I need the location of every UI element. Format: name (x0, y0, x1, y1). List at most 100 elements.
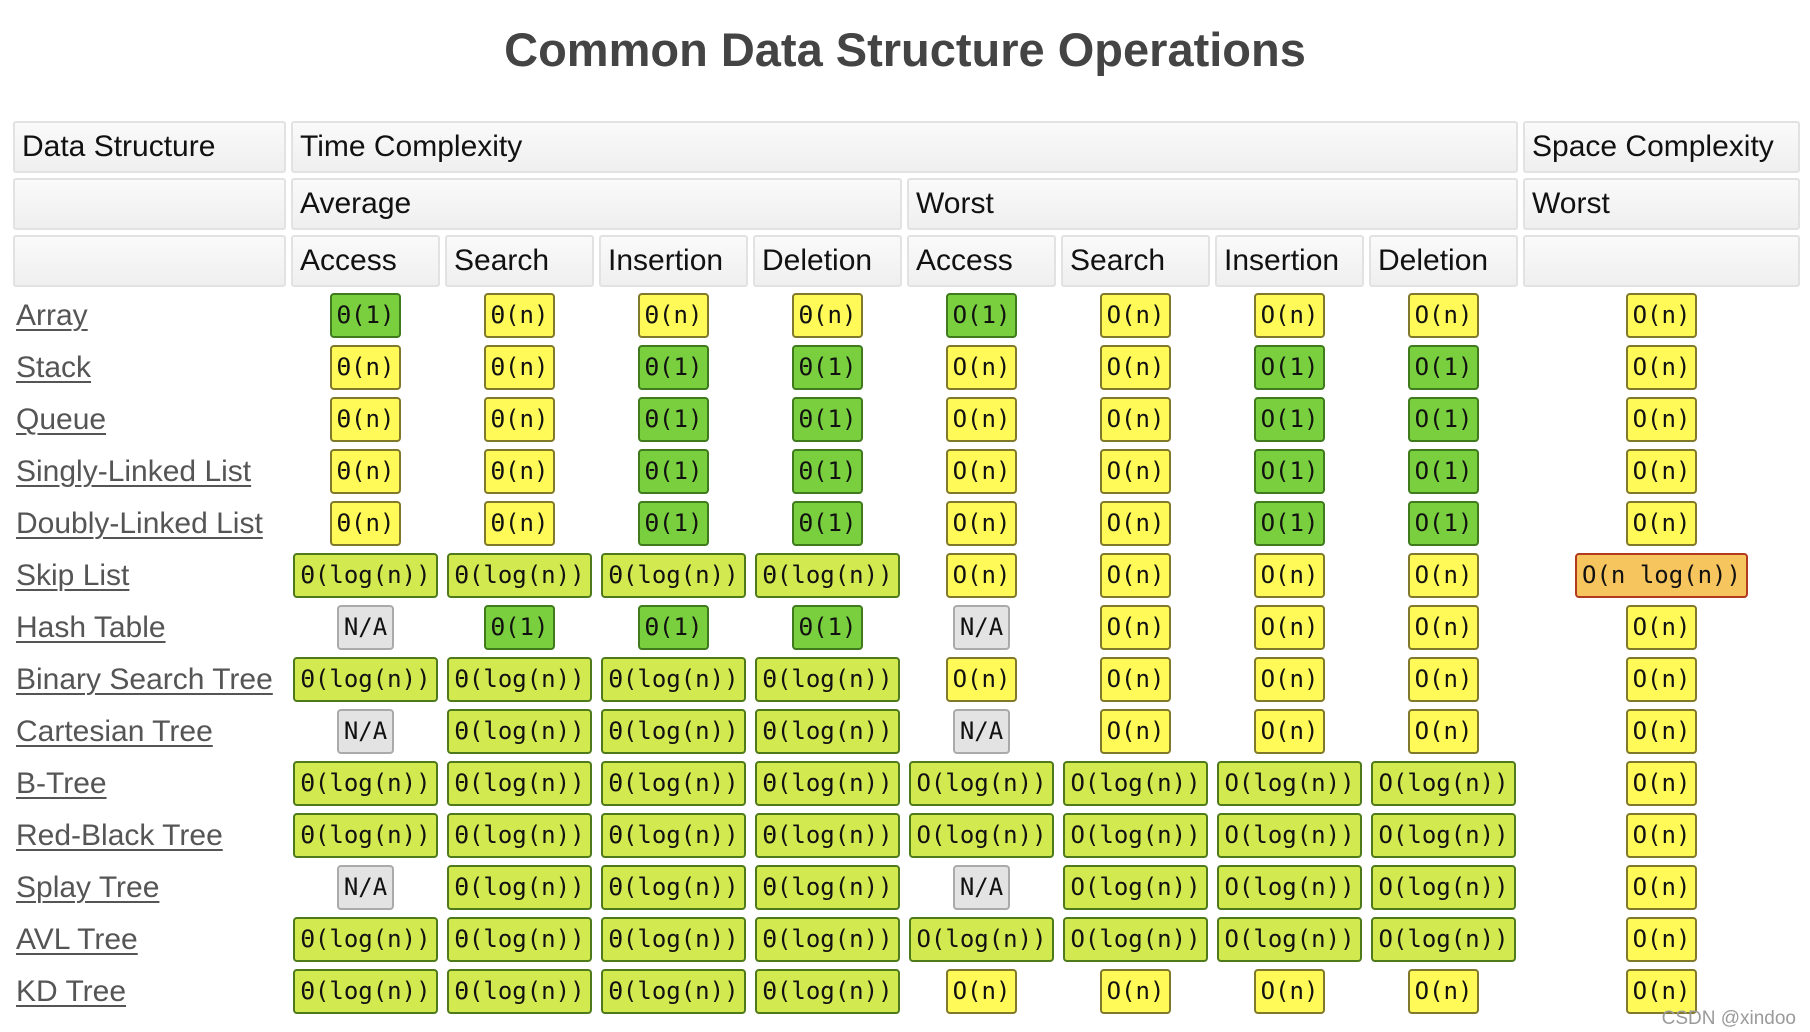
data-structure-link[interactable]: KD Tree (16, 975, 126, 1008)
data-structure-link[interactable]: Hash Table (16, 611, 166, 644)
cell-space-worst: O(n) (1523, 760, 1800, 807)
complexity-badge: Θ(log(n)) (601, 969, 746, 1014)
complexity-badge: O(n log(n)) (1575, 553, 1748, 598)
header-blank (13, 235, 286, 287)
data-structure-link[interactable]: Stack (16, 351, 91, 384)
complexity-badge: Θ(log(n)) (293, 553, 438, 598)
cell-space-worst: O(n) (1523, 864, 1800, 911)
cell-worst-access: O(log(n)) (907, 916, 1056, 963)
cell-worst-search: O(n) (1061, 968, 1210, 1015)
data-structure-link[interactable]: Doubly-Linked List (16, 507, 263, 540)
data-structure-cell: Queue (13, 396, 286, 443)
cell-avg-search: Θ(log(n)) (445, 916, 594, 963)
complexity-badge: Θ(log(n)) (447, 709, 592, 754)
header-worst-search: Search (1061, 235, 1210, 287)
header-row-1: Data Structure Time Complexity Space Com… (13, 121, 1800, 173)
data-structure-cell: Splay Tree (13, 864, 286, 911)
cell-avg-access: Θ(log(n)) (291, 968, 440, 1015)
cell-avg-insertion: Θ(log(n)) (599, 916, 748, 963)
data-structure-link[interactable]: Splay Tree (16, 871, 159, 904)
data-structure-link[interactable]: Array (16, 299, 88, 332)
complexity-badge: O(log(n)) (1063, 761, 1208, 806)
complexity-badge: O(1) (1407, 345, 1480, 390)
header-worst-access: Access (907, 235, 1056, 287)
data-structure-link[interactable]: B-Tree (16, 767, 107, 800)
complexity-badge: Θ(1) (637, 449, 710, 494)
cell-worst-deletion: O(n) (1369, 604, 1518, 651)
complexity-badge: Θ(log(n)) (601, 917, 746, 962)
complexity-badge: O(n) (945, 553, 1018, 598)
data-structure-link[interactable]: Queue (16, 403, 106, 436)
complexity-badge: N/A (336, 865, 395, 910)
complexity-badge: O(n) (945, 345, 1018, 390)
cell-worst-deletion: O(1) (1369, 396, 1518, 443)
complexity-badge: O(n) (1099, 709, 1172, 754)
complexity-badge: O(n) (1407, 553, 1480, 598)
cell-worst-deletion: O(n) (1369, 708, 1518, 755)
data-structure-link[interactable]: Skip List (16, 559, 129, 592)
cell-worst-access: O(n) (907, 396, 1056, 443)
cell-space-worst: O(n) (1523, 344, 1800, 391)
data-structure-cell: Array (13, 292, 286, 339)
header-avg-insertion: Insertion (599, 235, 748, 287)
cell-worst-deletion: O(n) (1369, 552, 1518, 599)
cell-avg-search: Θ(log(n)) (445, 552, 594, 599)
cell-avg-deletion: Θ(1) (753, 500, 902, 547)
cell-space-worst: O(n) (1523, 708, 1800, 755)
cell-avg-deletion: Θ(log(n)) (753, 708, 902, 755)
table-row: Stack Θ(n) Θ(n) Θ(1) Θ(1) O(n) O(n) O(1) O(1) O(n… (13, 344, 1800, 391)
cell-worst-access: O(n) (907, 656, 1056, 703)
cell-avg-access: Θ(log(n)) (291, 760, 440, 807)
complexity-badge: O(n) (1099, 397, 1172, 442)
cell-worst-access: O(log(n)) (907, 760, 1056, 807)
complexity-badge: Θ(1) (637, 605, 710, 650)
cell-worst-access: O(n) (907, 344, 1056, 391)
complexity-badge: Θ(n) (329, 449, 402, 494)
data-structure-link[interactable]: Binary Search Tree (16, 663, 273, 696)
complexity-badge: O(log(n)) (1217, 865, 1362, 910)
complexity-badge: O(log(n)) (1217, 917, 1362, 962)
complexity-badge: O(log(n)) (1063, 813, 1208, 858)
cell-avg-search: Θ(log(n)) (445, 968, 594, 1015)
complexity-badge: Θ(log(n)) (293, 917, 438, 962)
cell-worst-access: O(n) (907, 448, 1056, 495)
cell-worst-search: O(log(n)) (1061, 864, 1210, 911)
cell-avg-insertion: Θ(n) (599, 292, 748, 339)
cell-worst-deletion: O(n) (1369, 292, 1518, 339)
table-row: Doubly-Linked List Θ(n) Θ(n) Θ(1) Θ(1) O(n) O(… (13, 500, 1800, 547)
cell-avg-access: Θ(n) (291, 500, 440, 547)
cell-avg-deletion: Θ(log(n)) (753, 968, 902, 1015)
complexity-badge: O(log(n)) (1217, 761, 1362, 806)
complexity-badge: Θ(log(n)) (601, 709, 746, 754)
header-worst-deletion: Deletion (1369, 235, 1518, 287)
complexity-badge: O(n) (1099, 553, 1172, 598)
cell-worst-access: O(n) (907, 552, 1056, 599)
cell-worst-deletion: O(1) (1369, 500, 1518, 547)
complexity-badge: Θ(n) (483, 345, 556, 390)
complexity-badge: O(n) (1099, 293, 1172, 338)
table-row: Splay Tree N/A Θ(log(n)) Θ(log(n)) Θ(log(n))… (13, 864, 1800, 911)
data-structure-link[interactable]: Cartesian Tree (16, 715, 213, 748)
cell-worst-insertion: O(n) (1215, 968, 1364, 1015)
complexity-badge: O(log(n)) (1371, 865, 1516, 910)
complexity-badge: O(n) (945, 501, 1018, 546)
cell-avg-access: N/A (291, 864, 440, 911)
data-structure-link[interactable]: AVL Tree (16, 923, 138, 956)
complexity-badge: Θ(1) (637, 397, 710, 442)
cell-worst-deletion: O(1) (1369, 344, 1518, 391)
complexity-badge: O(n) (945, 397, 1018, 442)
cell-worst-insertion: O(1) (1215, 396, 1364, 443)
complexity-badge: Θ(1) (791, 605, 864, 650)
complexity-badge: Θ(log(n)) (755, 553, 900, 598)
cell-worst-deletion: O(log(n)) (1369, 760, 1518, 807)
complexity-badge: O(n) (1625, 865, 1698, 910)
complexity-badge: N/A (952, 865, 1011, 910)
complexity-badge: Θ(n) (329, 501, 402, 546)
cell-avg-deletion: Θ(1) (753, 448, 902, 495)
cell-avg-search: Θ(log(n)) (445, 760, 594, 807)
cell-avg-insertion: Θ(1) (599, 448, 748, 495)
data-structure-link[interactable]: Red-Black Tree (16, 819, 223, 852)
data-structure-link[interactable]: Singly-Linked List (16, 455, 251, 488)
table-row: B-Tree Θ(log(n)) Θ(log(n)) Θ(log(n)) Θ(log(n… (13, 760, 1800, 807)
cell-space-worst: O(n) (1523, 448, 1800, 495)
